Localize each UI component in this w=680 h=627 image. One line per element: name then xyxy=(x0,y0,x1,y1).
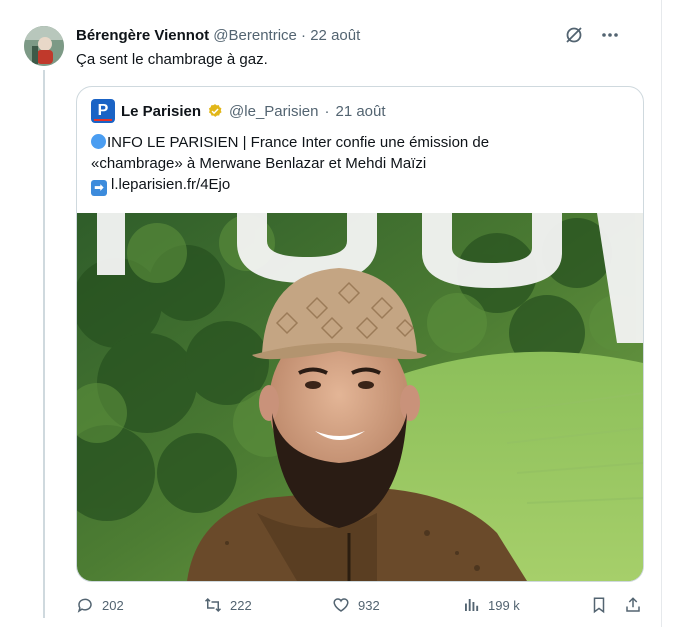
header-separator: · xyxy=(301,27,307,44)
share-button[interactable] xyxy=(624,596,642,614)
views-count: 199 k xyxy=(488,597,520,613)
tweet-card[interactable]: Bérengère Viennot @Berentrice · 22 août … xyxy=(0,0,662,627)
quoted-author-handle[interactable]: @le_Parisien xyxy=(229,103,318,120)
author-handle[interactable]: @Berentrice xyxy=(213,27,297,44)
verified-badge-icon xyxy=(208,104,222,117)
retweet-count: 222 xyxy=(230,597,252,613)
quoted-line-2: «chambrage» à Merwane Benlazar et Mehdi … xyxy=(91,155,427,172)
quoted-separator: · xyxy=(324,102,330,120)
like-button[interactable]: 932 xyxy=(332,596,380,614)
like-icon xyxy=(333,598,349,612)
quoted-tweet[interactable]: P Le Parisien @le_Parisien · 21 août INF… xyxy=(76,86,644,582)
avatar[interactable] xyxy=(24,26,64,66)
author-name[interactable]: Bérengère Viennot xyxy=(76,27,209,44)
thread-line xyxy=(43,70,45,618)
tweet-text: Ça sent le chambrage à gaz. xyxy=(76,51,268,68)
quoted-text: INFO LE PARISIEN | France Inter confie u… xyxy=(91,132,631,196)
tweet-actions: 202 222 932 199 k xyxy=(76,596,646,618)
share-icon xyxy=(626,597,640,612)
retweet-icon xyxy=(204,597,222,613)
logo-letter: P xyxy=(97,102,109,119)
quoted-photo[interactable] xyxy=(77,213,643,581)
views-icon xyxy=(465,599,479,611)
tweet-top-actions xyxy=(563,24,621,46)
quoted-header: P Le Parisien @le_Parisien · 21 août xyxy=(91,99,386,123)
bookmark-icon xyxy=(593,597,605,614)
grok-slash-icon[interactable] xyxy=(563,24,585,46)
blue-circle-icon xyxy=(91,134,106,149)
views-button[interactable]: 199 k xyxy=(462,596,520,614)
like-count: 932 xyxy=(358,597,380,613)
quoted-line-1: INFO LE PARISIEN | France Inter confie u… xyxy=(107,134,490,151)
quoted-link[interactable]: l.leparisien.fr/4Ejo xyxy=(111,176,230,193)
reply-count: 202 xyxy=(102,597,124,613)
more-icon[interactable] xyxy=(599,24,621,46)
reply-icon xyxy=(77,598,92,613)
quoted-author-name[interactable]: Le Parisien xyxy=(121,103,201,120)
le-parisien-logo[interactable]: P xyxy=(91,99,115,123)
quoted-date[interactable]: 21 août xyxy=(335,103,385,120)
bookmark-button[interactable] xyxy=(590,596,608,614)
arrow-right-icon: ➡ xyxy=(91,180,107,196)
tweet-header: Bérengère Viennot @Berentrice · 22 août xyxy=(76,27,360,44)
reply-button[interactable]: 202 xyxy=(76,596,124,614)
tweet-date[interactable]: 22 août xyxy=(310,27,360,44)
retweet-button[interactable]: 222 xyxy=(204,596,252,614)
